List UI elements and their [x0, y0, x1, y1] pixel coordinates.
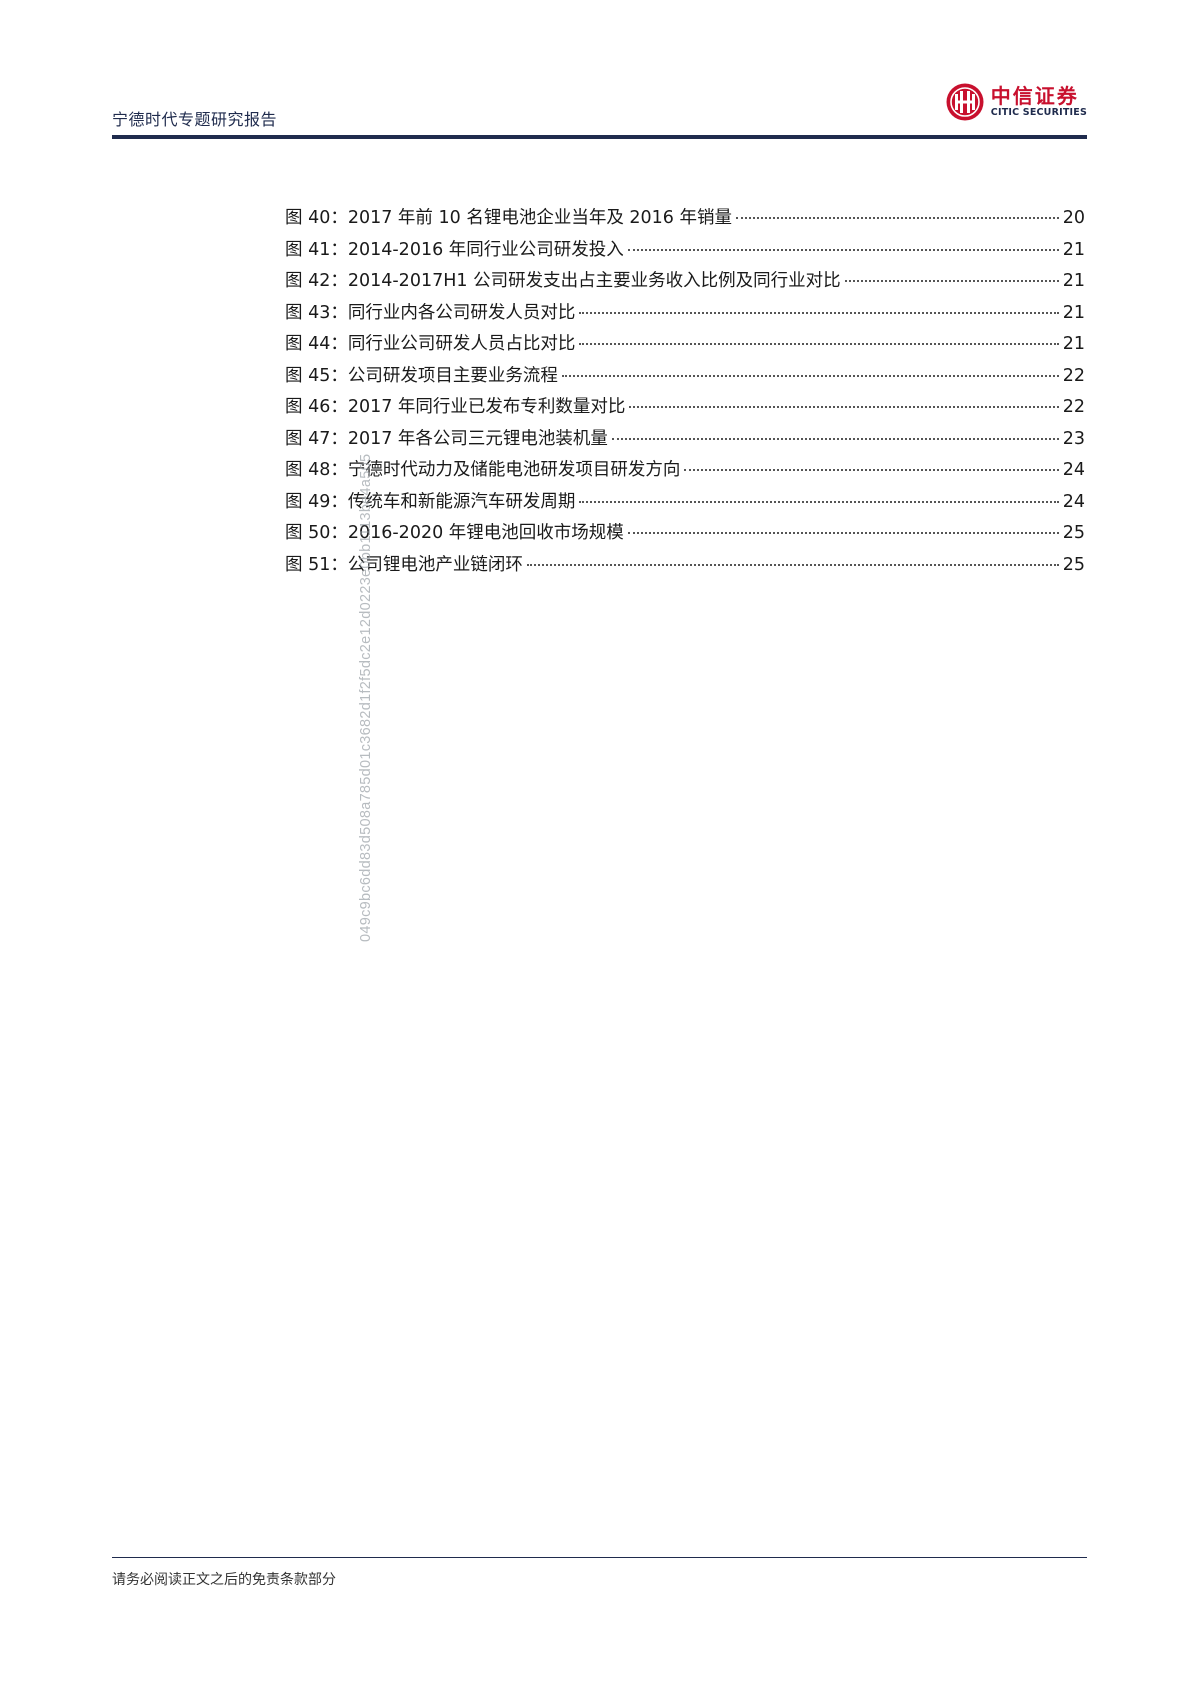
figure-list: 图 40：2017 年前 10 名锂电池企业当年及 2016 年销量 20 图 … — [285, 204, 1085, 582]
toc-entry-label: 图 44：同行业公司研发人员占比对比 — [285, 334, 576, 354]
toc-entry-page: 20 — [1062, 208, 1085, 228]
toc-entry-page: 23 — [1062, 428, 1085, 449]
page-header: 宁德时代专题研究报告 中信证券 CITIC SECURITIES — [112, 72, 1087, 140]
toc-entry[interactable]: 图 45：公司研发项目主要业务流程 22 — [285, 362, 1085, 394]
toc-entry-page: 22 — [1062, 397, 1085, 417]
footer-divider — [112, 1557, 1087, 1558]
dot-leader — [627, 248, 1059, 251]
citic-logo-icon — [946, 83, 984, 121]
dot-leader — [526, 563, 1059, 566]
toc-entry-page: 21 — [1062, 239, 1085, 260]
toc-entry-label: 图 40：2017 年前 10 名锂电池企业当年及 2016 年销量 — [285, 208, 732, 228]
toc-entry-page: 21 — [1062, 334, 1085, 354]
toc-entry-label: 图 48：宁德时代动力及储能电池研发项目研发方向 — [285, 460, 681, 480]
toc-entry-label: 图 41：2014-2016 年同行业公司研发投入 — [285, 239, 624, 260]
logo-chinese-name: 中信证券 — [990, 84, 1079, 108]
toc-entry-label: 图 47：2017 年各公司三元锂电池装机量 — [285, 428, 608, 449]
toc-entry[interactable]: 图 50：2016-2020 年锂电池回收市场规模 25 — [285, 519, 1085, 551]
dot-leader — [735, 217, 1059, 219]
toc-entry-page: 24 — [1062, 491, 1085, 512]
toc-entry[interactable]: 图 49：传统车和新能源汽车研发周期 24 — [285, 488, 1085, 520]
toc-entry-page: 25 — [1062, 523, 1085, 543]
dot-leader — [579, 500, 1059, 503]
toc-entry-label: 图 51：公司锂电池产业链闭环 — [285, 554, 523, 575]
toc-entry-label: 图 46：2017 年同行业已发布专利数量对比 — [285, 397, 626, 417]
header-divider — [112, 135, 1087, 139]
dot-leader — [579, 311, 1059, 314]
dot-leader — [627, 532, 1059, 534]
toc-entry[interactable]: 图 44：同行业公司研发人员占比对比 21 — [285, 330, 1085, 362]
citic-logo: 中信证券 CITIC SECURITIES — [945, 80, 1087, 124]
dot-leader — [611, 437, 1059, 440]
toc-entry-page: 21 — [1062, 271, 1085, 291]
toc-entry[interactable]: 图 51：公司锂电池产业链闭环 25 — [285, 551, 1085, 583]
document-watermark: 049c9bc6dd83d508a785d01c3682d1f2f5dc2e12… — [358, 453, 374, 942]
toc-entry-label: 图 50：2016-2020 年锂电池回收市场规模 — [285, 523, 624, 543]
toc-entry-label: 图 45：公司研发项目主要业务流程 — [285, 365, 558, 386]
toc-entry-page: 25 — [1062, 554, 1085, 575]
toc-entry-page: 24 — [1062, 460, 1085, 480]
dot-leader — [684, 469, 1059, 471]
toc-entry[interactable]: 图 40：2017 年前 10 名锂电池企业当年及 2016 年销量 20 — [285, 204, 1085, 236]
toc-entry-label: 图 42：2014-2017H1 公司研发支出占主要业务收入比例及同行业对比 — [285, 271, 841, 291]
toc-entry-label: 图 49：传统车和新能源汽车研发周期 — [285, 491, 576, 512]
footer-disclaimer: 请务必阅读正文之后的免责条款部分 — [112, 1572, 336, 1588]
report-title: 宁德时代专题研究报告 — [112, 110, 278, 129]
logo-english-name: CITIC SECURITIES — [990, 107, 1087, 118]
toc-entry[interactable]: 图 46：2017 年同行业已发布专利数量对比 22 — [285, 393, 1085, 425]
toc-entry-page: 22 — [1062, 365, 1085, 386]
dot-leader — [561, 374, 1059, 377]
toc-entry[interactable]: 图 43：同行业内各公司研发人员对比 21 — [285, 299, 1085, 331]
toc-entry[interactable]: 图 48：宁德时代动力及储能电池研发项目研发方向 24 — [285, 456, 1085, 488]
toc-entry[interactable]: 图 41：2014-2016 年同行业公司研发投入 21 — [285, 236, 1085, 268]
toc-entry[interactable]: 图 47：2017 年各公司三元锂电池装机量 23 — [285, 425, 1085, 457]
toc-entry-label: 图 43：同行业内各公司研发人员对比 — [285, 302, 576, 323]
dot-leader — [579, 343, 1059, 345]
dot-leader — [844, 280, 1059, 282]
toc-entry[interactable]: 图 42：2014-2017H1 公司研发支出占主要业务收入比例及同行业对比 2… — [285, 267, 1085, 299]
toc-entry-page: 21 — [1062, 302, 1085, 323]
dot-leader — [629, 406, 1059, 408]
